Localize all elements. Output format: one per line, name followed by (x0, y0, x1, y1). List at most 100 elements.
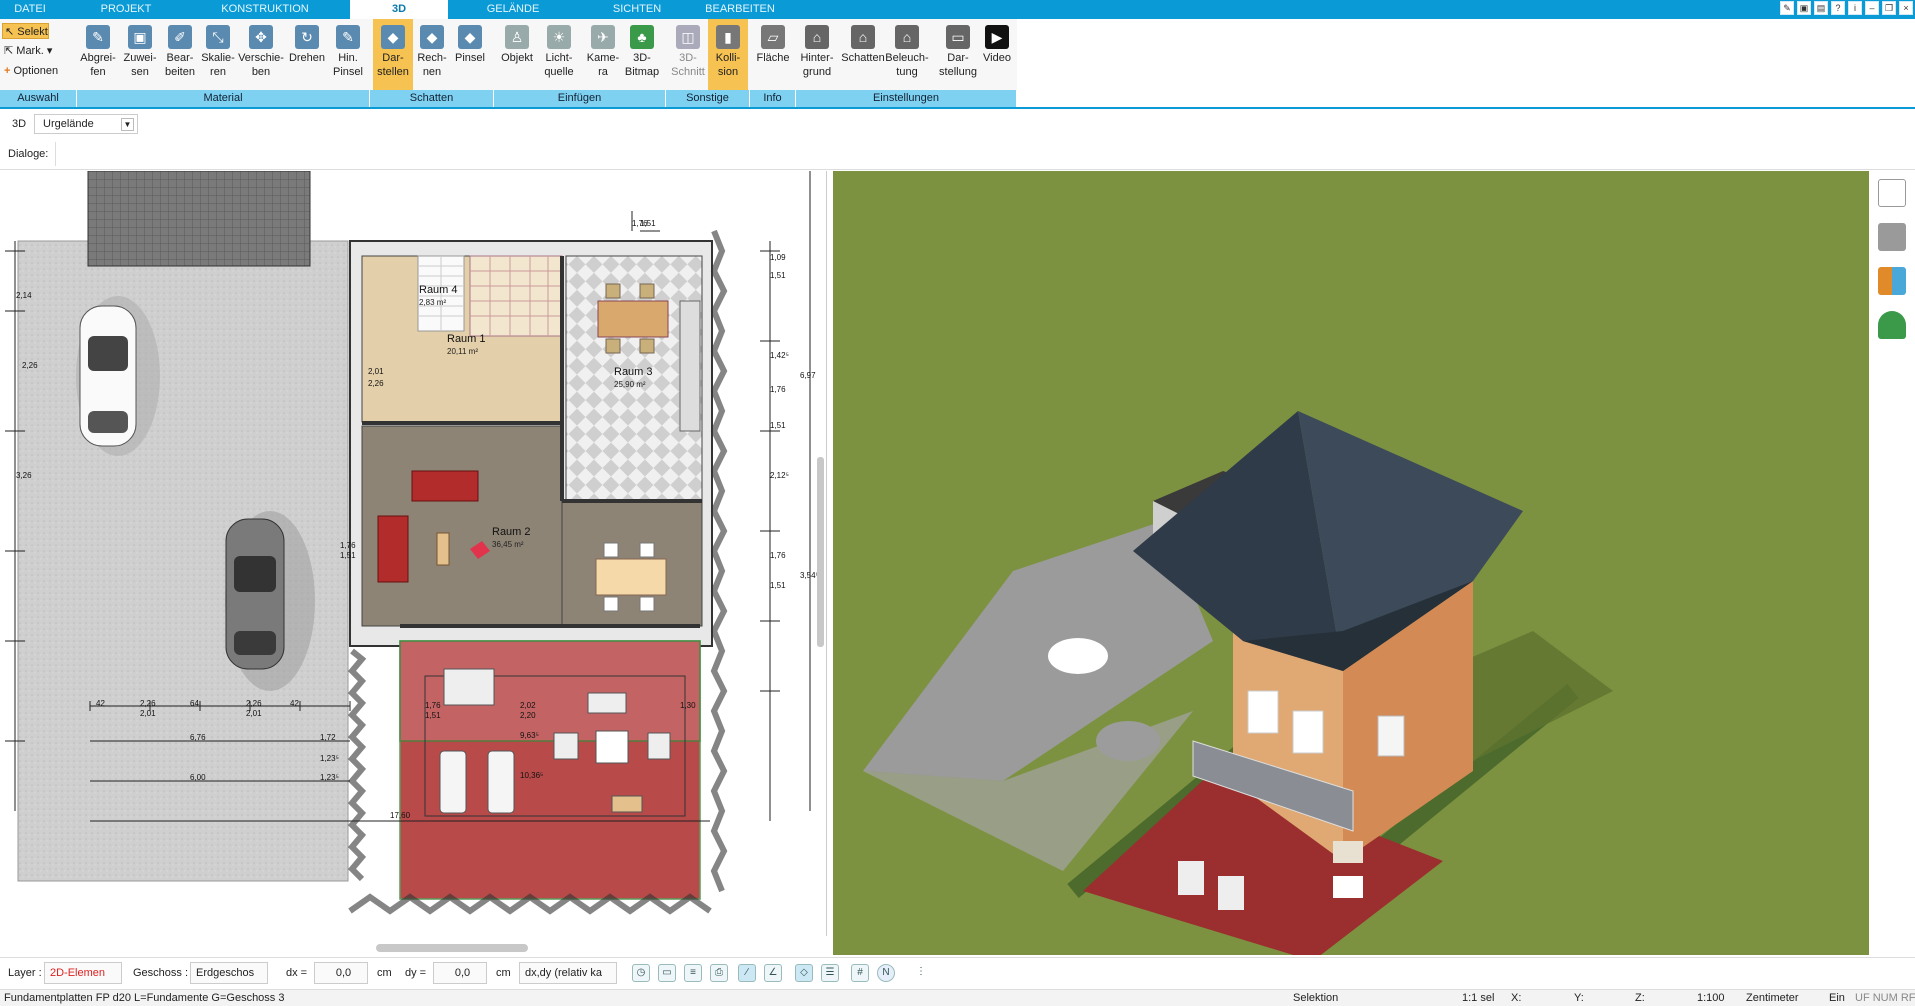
tools-icon[interactable]: ✎ (1780, 1, 1794, 15)
materials-icon[interactable] (1878, 267, 1906, 295)
monitor-icon[interactable]: ▭ (658, 964, 676, 982)
ribbon-button-14[interactable]: ◫ 3D- Schnitt (668, 19, 708, 90)
dimension-label: 3,26 (16, 471, 32, 480)
dimension-label: 42 (290, 699, 299, 708)
window-icon[interactable]: ▤ (1814, 1, 1828, 15)
dimension-label: 1,76 (770, 385, 786, 394)
ribbon-button-1[interactable]: ▣ Zuwei- sen (120, 19, 160, 90)
info-icon[interactable]: i (1848, 1, 1862, 15)
dimension-label: 6,76 (190, 733, 206, 742)
plan-vertical-scrollbar[interactable] (817, 457, 824, 647)
dimension-label: 10,36⁵ (520, 771, 544, 780)
ribbon-button-label: Rech- nen (417, 52, 447, 78)
restore-icon[interactable]: ❐ (1882, 1, 1896, 15)
tab-projekt[interactable]: PROJEKT (90, 0, 162, 19)
ribbon-button-10[interactable]: ♙ Objekt (496, 19, 538, 90)
ribbon-button-19[interactable]: ⌂ Beleuch- tung (884, 19, 930, 90)
dimension-label: 2,26 (246, 699, 262, 708)
snap-angle-icon[interactable]: ∠ (764, 964, 782, 982)
dimension-label: 9,63⁵ (520, 731, 539, 740)
3d-side-toolbar (1870, 171, 1915, 421)
ribbon-button-20[interactable]: ▭ Dar- stellung (935, 19, 981, 90)
options-button[interactable]: + Optionen (2, 63, 58, 79)
print-icon[interactable]: ⎙ (710, 964, 728, 982)
tab-sichten[interactable]: SICHTEN (604, 0, 670, 19)
close-icon[interactable]: × (1899, 1, 1913, 15)
floor-plan-drawing (5, 171, 811, 915)
ribbon-button-8[interactable]: ◆ Rech- nen (412, 19, 452, 90)
ribbon-button-0[interactable]: ✎ Abgrei- fen (78, 19, 118, 90)
plan-horizontal-scrollbar[interactable] (376, 944, 528, 952)
dimension-label: 2,01 (368, 367, 384, 376)
more-options-icon[interactable]: ⋮ (912, 964, 930, 982)
dimension-label: 1,76 (770, 551, 786, 560)
scale-icon: ⤡ (206, 25, 230, 49)
dimension-label: 1,23⁵ (320, 754, 339, 763)
layer-select[interactable]: 2D-Elemen (44, 962, 122, 984)
chair-icon[interactable] (1878, 223, 1906, 251)
ribbon-button-label: Drehen (288, 52, 326, 64)
ribbon-button-21[interactable]: ▶ Video (976, 19, 1018, 90)
3d-view[interactable] (833, 171, 1869, 955)
stack-icon[interactable]: ≡ (684, 964, 702, 982)
tab-konstruktion[interactable]: KONSTRUKTION (215, 0, 315, 19)
terrain-select[interactable]: Urgelände ▼ (34, 114, 138, 134)
ribbon-button-9[interactable]: ◆ Pinsel (450, 19, 490, 90)
ribbon-button-label: Hinter- grund (800, 52, 834, 78)
folder-icon[interactable]: ▣ (1797, 1, 1811, 15)
ribbon-button-3[interactable]: ⤡ Skalie- ren (198, 19, 238, 90)
section-icon: ◫ (676, 25, 700, 49)
snap-line-icon[interactable]: ∕ (738, 964, 756, 982)
clock-icon[interactable]: ◷ (632, 964, 650, 982)
ribbon-button-6[interactable]: ✎ Hin. Pinsel (328, 19, 368, 90)
ribbon-button-11[interactable]: ☀ Licht- quelle (538, 19, 580, 90)
layers-icon[interactable] (1878, 179, 1906, 207)
tab-gelaende[interactable]: GELÄNDE (473, 0, 553, 19)
mark-tool-button[interactable]: ⇱ Mark. ▾ (2, 43, 52, 59)
dimension-label: 1,72 (320, 733, 336, 742)
status-info: Fundamentplatten FP d20 L=Fundamente G=G… (4, 992, 285, 1004)
help-icon[interactable]: ? (1831, 1, 1845, 15)
ribbon-button-5[interactable]: ↻ Drehen (287, 19, 327, 90)
ribbon-button-2[interactable]: ✐ Bear- beiten (160, 19, 200, 90)
ribbon-button-12[interactable]: ✈ Kame- ra (583, 19, 623, 90)
select-tool-button[interactable]: ↖ Selekt (2, 23, 49, 39)
ribbon-button-label: Dar- stellen (377, 52, 409, 78)
floor-plan-view[interactable]: Raum 4 2,83 m² Raum 1 20,11 m² Raum 3 25… (0, 171, 827, 936)
ribbon-button-4[interactable]: ✥ Verschie- ben (237, 19, 285, 90)
ribbon-button-16[interactable]: ▱ Fläche (752, 19, 794, 90)
tab-datei[interactable]: DATEI (0, 0, 60, 19)
grid-icon[interactable]: # (851, 964, 869, 982)
minimize-icon[interactable]: – (1865, 1, 1879, 15)
tree-icon[interactable] (1878, 311, 1906, 339)
status-selection: Selektion (1293, 992, 1339, 1004)
dimension-label: 2,01 (246, 709, 262, 718)
coordinate-mode-select[interactable]: dx,dy (relativ ka (519, 962, 617, 984)
ribbon-button-label: Beleuch- tung (885, 52, 929, 78)
dy-label: dy = (405, 967, 427, 979)
ribbon-button-15[interactable]: ▮ Kolli- sion (708, 19, 748, 90)
ribbon-button-17[interactable]: ⌂ Hinter- grund (794, 19, 840, 90)
dimension-label: 2,26 (368, 379, 384, 388)
ribbon-button-7[interactable]: ◆ Dar- stellen (373, 19, 413, 90)
group-material: Material (77, 90, 370, 107)
floor-select[interactable]: Erdgeschos (190, 962, 268, 984)
layers-stack-icon[interactable]: ☰ (821, 964, 839, 982)
floor-label: Geschoss : (133, 967, 189, 979)
dx-input[interactable]: 0,0 (314, 962, 368, 984)
dimension-label: 2,26 (22, 361, 38, 370)
dy-input[interactable]: 0,0 (433, 962, 487, 984)
tab-3d[interactable]: 3D (350, 0, 448, 19)
room-label-raum-1: Raum 1 (447, 333, 486, 345)
north-icon[interactable]: N (877, 964, 895, 982)
group-auswahl: Auswahl (0, 90, 77, 107)
ribbon-button-label: 3D- Schnitt (671, 52, 705, 78)
layer-select-value: 2D-Elemen (50, 967, 106, 979)
3d-house-scene (833, 171, 1869, 955)
ribbon-button-18[interactable]: ⌂ Schatten (840, 19, 886, 90)
ribbon-button-13[interactable]: ♣ 3D- Bitmap (622, 19, 662, 90)
plane-icon[interactable]: ◇ (795, 964, 813, 982)
layer-label: Layer : (8, 967, 42, 979)
options-label: Optionen (13, 65, 59, 77)
tab-bearbeiten[interactable]: BEARBEITEN (700, 0, 780, 19)
